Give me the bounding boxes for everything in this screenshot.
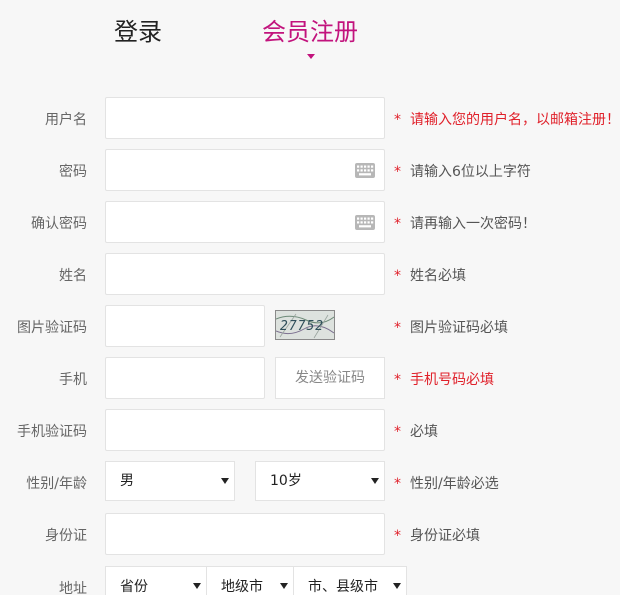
confirm-password-hint-text: 请再输入一次密码！: [410, 216, 536, 232]
city-select-value: 地级市: [221, 579, 263, 595]
username-hint: * 请输入您的用户名，以邮箱注册！: [394, 109, 620, 129]
province-select-value: 省份: [120, 579, 148, 595]
phone-input[interactable]: [105, 357, 265, 399]
active-tab-indicator: [307, 54, 315, 59]
image-captcha-input[interactable]: [105, 305, 265, 347]
required-mark: *: [394, 528, 401, 544]
chevron-down-icon: [371, 478, 379, 484]
id-card-hint: * 身份证必填: [394, 525, 480, 545]
required-mark: *: [394, 112, 401, 128]
province-select[interactable]: 省份: [105, 566, 207, 595]
chevron-down-icon: [393, 583, 401, 589]
keyboard-icon[interactable]: [355, 163, 375, 178]
image-captcha-label: 图片验证码: [17, 320, 87, 336]
name-hint-text: 姓名必填: [410, 268, 466, 284]
required-mark: *: [394, 372, 401, 388]
required-mark: *: [394, 216, 401, 232]
confirm-password-label: 确认密码: [31, 216, 87, 232]
id-card-input[interactable]: [105, 513, 385, 555]
image-captcha-hint: * 图片验证码必填: [394, 317, 508, 337]
phone-code-input[interactable]: [105, 409, 385, 451]
username-label: 用户名: [45, 112, 87, 128]
confirm-password-input[interactable]: [105, 201, 385, 243]
required-mark: *: [394, 424, 401, 440]
send-code-button[interactable]: 发送验证码: [275, 357, 385, 399]
id-card-label: 身份证: [45, 528, 87, 544]
tab-login[interactable]: 登录: [114, 14, 162, 50]
required-mark: *: [394, 320, 401, 336]
phone-label: 手机: [59, 372, 87, 388]
gender-select[interactable]: 男: [105, 461, 235, 501]
password-input[interactable]: [105, 149, 385, 191]
id-card-hint-text: 身份证必填: [410, 528, 480, 544]
city-select[interactable]: 地级市: [206, 566, 294, 595]
required-mark: *: [394, 268, 401, 284]
password-hint: * 请输入6位以上字符: [394, 161, 531, 181]
name-input[interactable]: [105, 253, 385, 295]
phone-code-hint-text: 必填: [410, 424, 438, 440]
chevron-down-icon: [221, 478, 229, 484]
name-hint: * 姓名必填: [394, 265, 466, 285]
county-select-value: 市、县级市: [308, 579, 378, 595]
captcha-noise-icon: 27752: [276, 313, 334, 339]
password-label: 密码: [59, 164, 87, 180]
required-mark: *: [394, 164, 401, 180]
image-captcha-hint-text: 图片验证码必填: [410, 320, 508, 336]
password-hint-text: 请输入6位以上字符: [410, 164, 531, 180]
gender-select-value: 男: [120, 473, 134, 489]
gender-age-label: 性别/年龄: [26, 476, 87, 492]
gender-age-hint: * 性别/年龄必选: [394, 473, 499, 493]
age-select-value: 10岁: [270, 473, 302, 489]
captcha-image[interactable]: 27752: [275, 310, 335, 340]
phone-hint-text: 手机号码必填: [410, 372, 494, 388]
phone-code-label: 手机验证码: [17, 424, 87, 440]
address-label: 地址: [59, 581, 87, 595]
phone-hint: * 手机号码必填: [394, 369, 494, 389]
name-label: 姓名: [59, 268, 87, 284]
chevron-down-icon: [193, 583, 201, 589]
phone-code-hint: * 必填: [394, 421, 438, 441]
tab-register[interactable]: 会员注册: [262, 14, 358, 50]
username-hint-text: 请输入您的用户名，以邮箱注册！: [410, 112, 620, 128]
required-mark: *: [394, 476, 401, 492]
gender-age-hint-text: 性别/年龄必选: [410, 476, 499, 492]
confirm-password-hint: * 请再输入一次密码！: [394, 213, 536, 233]
captcha-text: 27752: [280, 319, 324, 334]
chevron-down-icon: [280, 583, 288, 589]
county-select[interactable]: 市、县级市: [293, 566, 407, 595]
username-input[interactable]: [105, 97, 385, 139]
keyboard-icon[interactable]: [355, 215, 375, 230]
age-select[interactable]: 10岁: [255, 461, 385, 501]
